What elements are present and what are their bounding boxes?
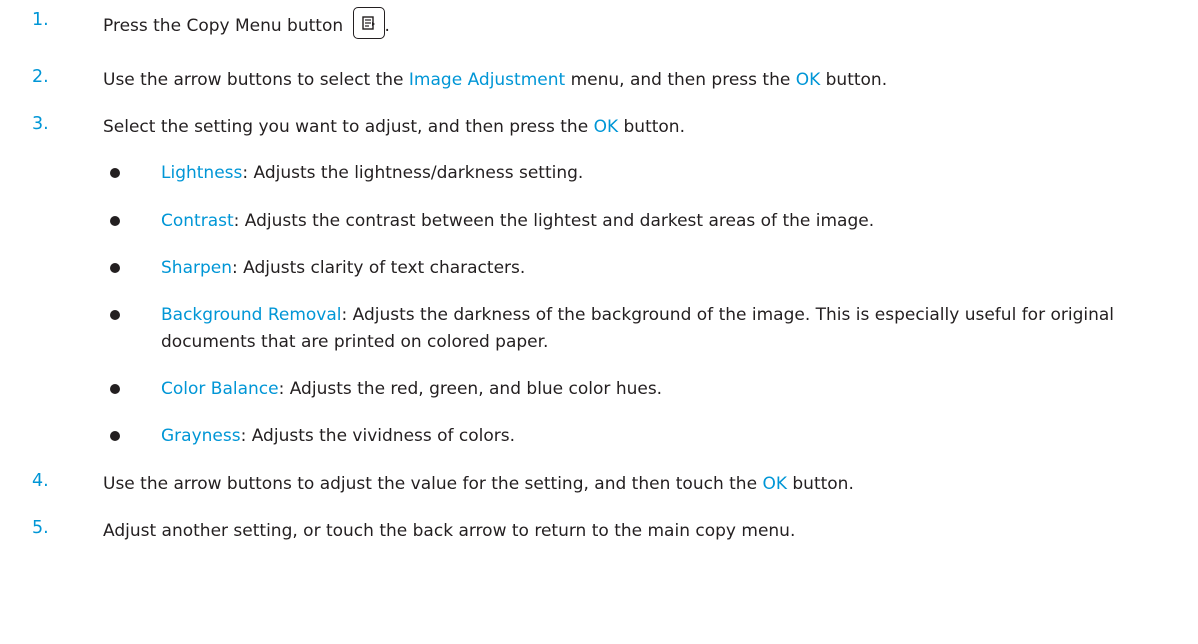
step-text: Adjust another setting, or touch the bac… <box>103 521 796 541</box>
bullet-icon <box>110 216 120 226</box>
step-text-part: menu, and then press the <box>565 70 796 90</box>
step-text-part: button. <box>786 474 854 494</box>
bullet-icon <box>110 384 120 394</box>
bullet-icon <box>110 263 120 273</box>
ok-button-highlight: OK <box>593 117 619 137</box>
bullet-icon <box>110 431 120 441</box>
step-text-part: Use the arrow buttons to select the <box>103 70 409 90</box>
step-number: 4. <box>32 471 49 491</box>
step-number: 5. <box>32 518 49 538</box>
bullet-icon <box>110 310 120 320</box>
ok-button-highlight: OK <box>795 70 821 90</box>
setting-name: Lightness <box>161 163 243 183</box>
setting-description: : Adjusts the red, green, and blue color… <box>278 379 663 399</box>
setting-name: Color Balance <box>161 379 279 399</box>
setting-description: : Adjusts the vividness of colors. <box>240 426 516 446</box>
copy-menu-button-icon <box>352 7 385 39</box>
menu-name-highlight: Image Adjustment <box>408 70 566 90</box>
setting-name: Sharpen <box>161 258 232 278</box>
step-text-part: Use the arrow buttons to adjust the valu… <box>103 474 763 494</box>
step-text-part: button. <box>618 117 685 137</box>
setting-name: Grayness <box>161 426 241 446</box>
bullet-icon <box>110 168 120 178</box>
setting-name: Contrast <box>161 211 234 231</box>
step-text-part: button. <box>820 70 888 90</box>
step-text-after: . <box>384 16 390 36</box>
step-number: 1. <box>32 10 49 30</box>
step-text: Select the setting you want to adjust, a… <box>103 114 1188 141</box>
setting-description: : Adjusts the contrast between the light… <box>233 211 875 231</box>
step-number: 2. <box>32 67 49 87</box>
step-text: Use the arrow buttons to select the Imag… <box>103 67 1188 94</box>
document-page: 1. Press the Copy Menu button . 2. Use t… <box>0 0 1198 644</box>
step-text-part: Select the setting you want to adjust, a… <box>103 117 594 137</box>
ok-button-highlight: OK <box>762 474 787 494</box>
step-text: Press the Copy Menu button . <box>103 7 1188 42</box>
step-number: 3. <box>32 114 49 134</box>
setting-name: Background Removal <box>161 305 342 325</box>
step-text: Use the arrow buttons to adjust the valu… <box>103 471 1188 498</box>
setting-description: : Adjusts clarity of text characters. <box>232 258 526 278</box>
copy-menu-icon <box>361 16 375 30</box>
setting-description: : Adjusts the lightness/darkness setting… <box>242 163 584 183</box>
step-text-before: Press the Copy Menu button <box>103 16 349 36</box>
